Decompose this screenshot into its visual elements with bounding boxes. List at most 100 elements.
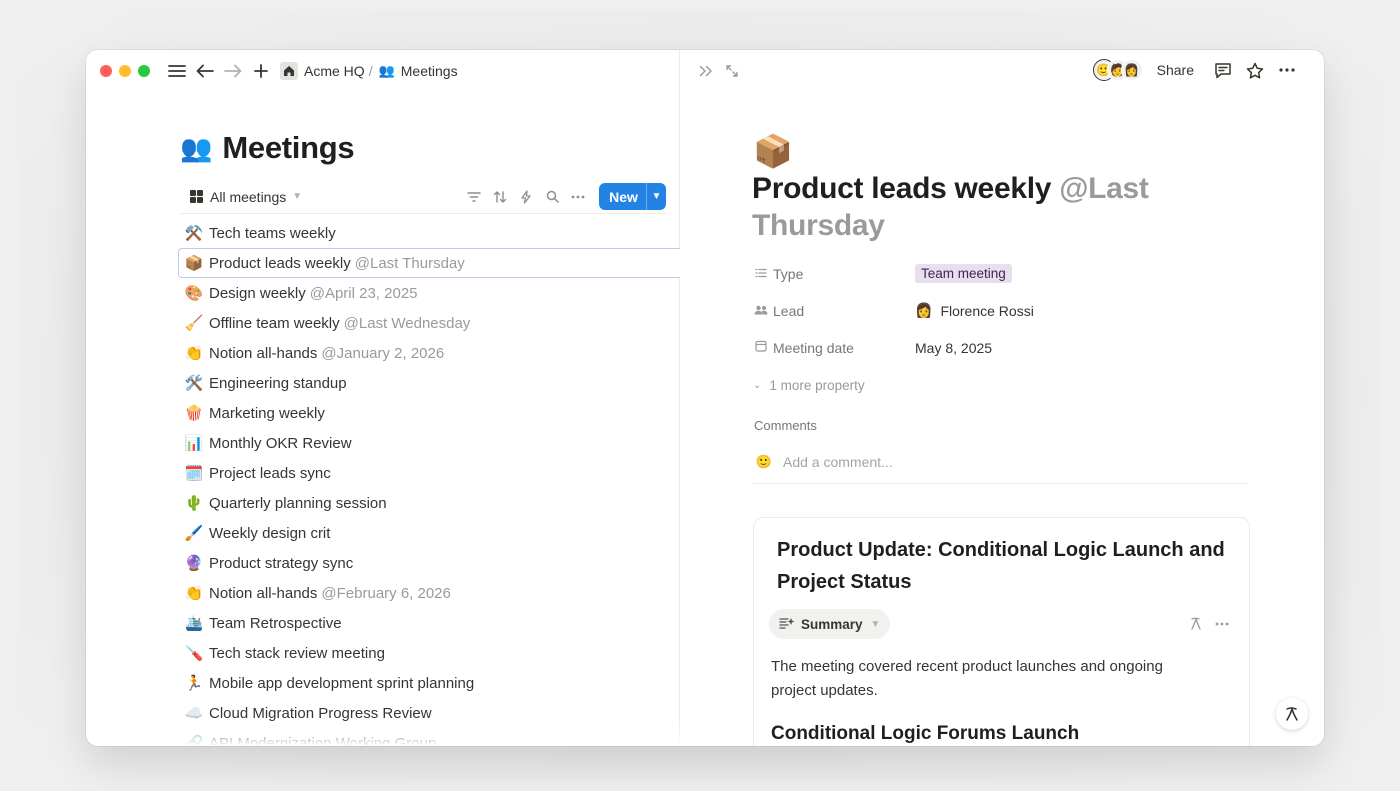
home-icon[interactable] <box>280 62 298 80</box>
date-mention[interactable]: @Last Wednesday <box>344 315 471 332</box>
breadcrumb-separator: / <box>368 63 373 79</box>
property-value[interactable]: May 8, 2025 <box>915 340 992 356</box>
view-tab-all-meetings[interactable]: All meetings ▼ <box>180 189 302 205</box>
date-mention[interactable]: @February 6, 2026 <box>321 585 450 602</box>
database-view-bar: All meetings ▼ New ▼ <box>180 180 666 214</box>
notion-ai-button[interactable] <box>1276 698 1308 730</box>
comment-input[interactable]: Add a comment... <box>783 454 893 470</box>
close-peek-double-chevron-icon[interactable] <box>695 60 717 82</box>
list-item[interactable]: 🖌️ Weekly design crit <box>178 518 680 548</box>
new-button[interactable]: New ▼ <box>599 183 666 210</box>
list-item[interactable]: 🛳️ Team Retrospective <box>178 608 680 638</box>
minimize-window-button[interactable] <box>119 65 131 77</box>
meeting-name: Tech teams weekly <box>209 224 336 242</box>
summary-dropdown[interactable]: Summary ▼ <box>769 609 891 639</box>
property-lead[interactable]: Lead 👩 Florence Rossi <box>753 292 1253 329</box>
breadcrumb-workspace[interactable]: Acme HQ <box>304 63 365 79</box>
expand-icon[interactable] <box>721 60 743 82</box>
meeting-name: Cloud Migration Progress Review <box>209 704 432 722</box>
back-arrow-icon[interactable] <box>194 60 216 82</box>
more-options-icon[interactable] <box>1209 612 1235 636</box>
page-title-icon[interactable]: 👥 <box>180 133 212 164</box>
list-item[interactable]: 📊 Monthly OKR Review <box>178 428 680 458</box>
side-peek-pane: 🙂 🧑 👩 Share 📦 Product leads weekly @Last… <box>681 50 1324 746</box>
notes-title[interactable]: Product Update: Conditional Logic Launch… <box>777 534 1237 598</box>
summary-tools <box>1183 612 1235 636</box>
people-icon <box>753 304 769 318</box>
property-type[interactable]: Type Team meeting <box>753 255 1253 292</box>
meeting-icon: 🗓️ <box>184 465 204 482</box>
ai-sparkle-icon[interactable] <box>1183 612 1209 636</box>
close-window-button[interactable] <box>100 65 112 77</box>
list-item[interactable]: 🪛 Tech stack review meeting <box>178 638 680 668</box>
breadcrumb-page-icon: 👥 <box>378 63 395 78</box>
star-favorite-icon[interactable] <box>1244 59 1266 81</box>
plus-icon[interactable] <box>250 60 272 82</box>
grid-view-icon <box>190 190 203 203</box>
date-mention[interactable]: @Last Thursday <box>355 255 465 272</box>
list-item[interactable]: 🎨 Design weekly @April 23, 2025 <box>178 278 680 308</box>
new-dropdown-chevron-icon[interactable]: ▼ <box>646 183 666 210</box>
list-item[interactable]: 🌵 Quarterly planning session <box>178 488 680 518</box>
list-item[interactable]: 🏃 Mobile app development sprint planning <box>178 668 680 698</box>
list-item[interactable]: 🛠️ Engineering standup <box>178 368 680 398</box>
list-item[interactable]: 🔮 Product strategy sync <box>178 548 680 578</box>
more-options-icon[interactable] <box>1276 59 1298 81</box>
comment-composer[interactable]: 🙂 Add a comment... <box>753 446 1248 484</box>
peek-controls <box>695 60 747 82</box>
list-icon <box>753 267 769 281</box>
meeting-name: Project leads sync <box>209 464 331 482</box>
list-item[interactable]: 📦 Product leads weekly @Last Thursday <box>178 248 680 278</box>
meeting-name: Offline team weekly <box>209 314 340 332</box>
more-options-icon[interactable] <box>565 185 591 209</box>
search-icon[interactable] <box>539 185 565 209</box>
page-title: 👥 Meetings <box>180 130 355 166</box>
chevron-down-icon: ⌄ <box>753 379 762 391</box>
meeting-icon: 🧹 <box>184 315 204 332</box>
date-mention[interactable]: @January 2, 2026 <box>321 345 444 362</box>
meeting-icon: 🔮 <box>184 555 204 572</box>
peek-top-bar: 🙂 🧑 👩 Share <box>681 50 1324 92</box>
list-item[interactable]: 👏 Notion all-hands @January 2, 2026 <box>178 338 680 368</box>
meeting-icon: ☁️ <box>184 705 204 722</box>
list-item[interactable]: 👏 Notion all-hands @February 6, 2026 <box>178 578 680 608</box>
property-value[interactable]: 👩 Florence Rossi <box>915 302 1034 319</box>
ai-meeting-notes-block: Product Update: Conditional Logic Launch… <box>753 517 1250 746</box>
meeting-icon: 🏃 <box>184 675 204 692</box>
breadcrumb-page[interactable]: Meetings <box>401 63 458 79</box>
page-properties: Type Team meeting Lead 👩 Florence Rossi <box>753 255 1253 400</box>
avatar: 👩 <box>1120 59 1143 81</box>
comment-icon[interactable] <box>1212 59 1234 81</box>
meeting-name: Marketing weekly <box>209 404 325 422</box>
property-label: Type <box>773 265 804 282</box>
list-item[interactable]: ⚒️ Tech teams weekly <box>178 218 680 248</box>
page-title-text[interactable]: Meetings <box>222 130 354 166</box>
meeting-icon: 🪛 <box>184 645 204 662</box>
property-meeting-date[interactable]: Meeting date May 8, 2025 <box>753 329 1253 366</box>
meeting-icon: 👏 <box>184 585 204 602</box>
filter-icon[interactable] <box>461 185 487 209</box>
property-value[interactable]: Team meeting <box>915 264 1012 283</box>
sort-icon[interactable] <box>487 185 513 209</box>
share-button[interactable]: Share <box>1157 62 1194 78</box>
automation-bolt-icon[interactable] <box>513 185 539 209</box>
forward-arrow-icon[interactable] <box>222 60 244 82</box>
type-tag[interactable]: Team meeting <box>915 264 1012 283</box>
date-mention[interactable]: @April 23, 2025 <box>310 285 418 302</box>
notion-ai-icon <box>1286 707 1298 721</box>
page-icon[interactable]: 📦 <box>753 132 793 170</box>
meeting-icon: 🛠️ <box>184 375 204 392</box>
property-name: Lead <box>753 303 915 319</box>
collaborator-avatars[interactable]: 🙂 🧑 👩 <box>1092 59 1143 81</box>
maximize-window-button[interactable] <box>138 65 150 77</box>
list-item[interactable]: 🍿 Marketing weekly <box>178 398 680 428</box>
chevron-down-icon: ▼ <box>292 191 303 202</box>
meeting-name: Team Retrospective <box>209 614 342 632</box>
list-item[interactable]: 🗓️ Project leads sync <box>178 458 680 488</box>
list-item[interactable]: 🧹 Offline team weekly @Last Wednesday <box>178 308 680 338</box>
more-properties-toggle[interactable]: ⌄ 1 more property <box>753 366 1253 400</box>
page-title[interactable]: Product leads weekly @Last Thursday <box>752 170 1232 244</box>
new-button-label: New <box>609 188 638 205</box>
meeting-icon: 📊 <box>184 435 204 452</box>
sidebar-menu-icon[interactable] <box>166 60 188 82</box>
